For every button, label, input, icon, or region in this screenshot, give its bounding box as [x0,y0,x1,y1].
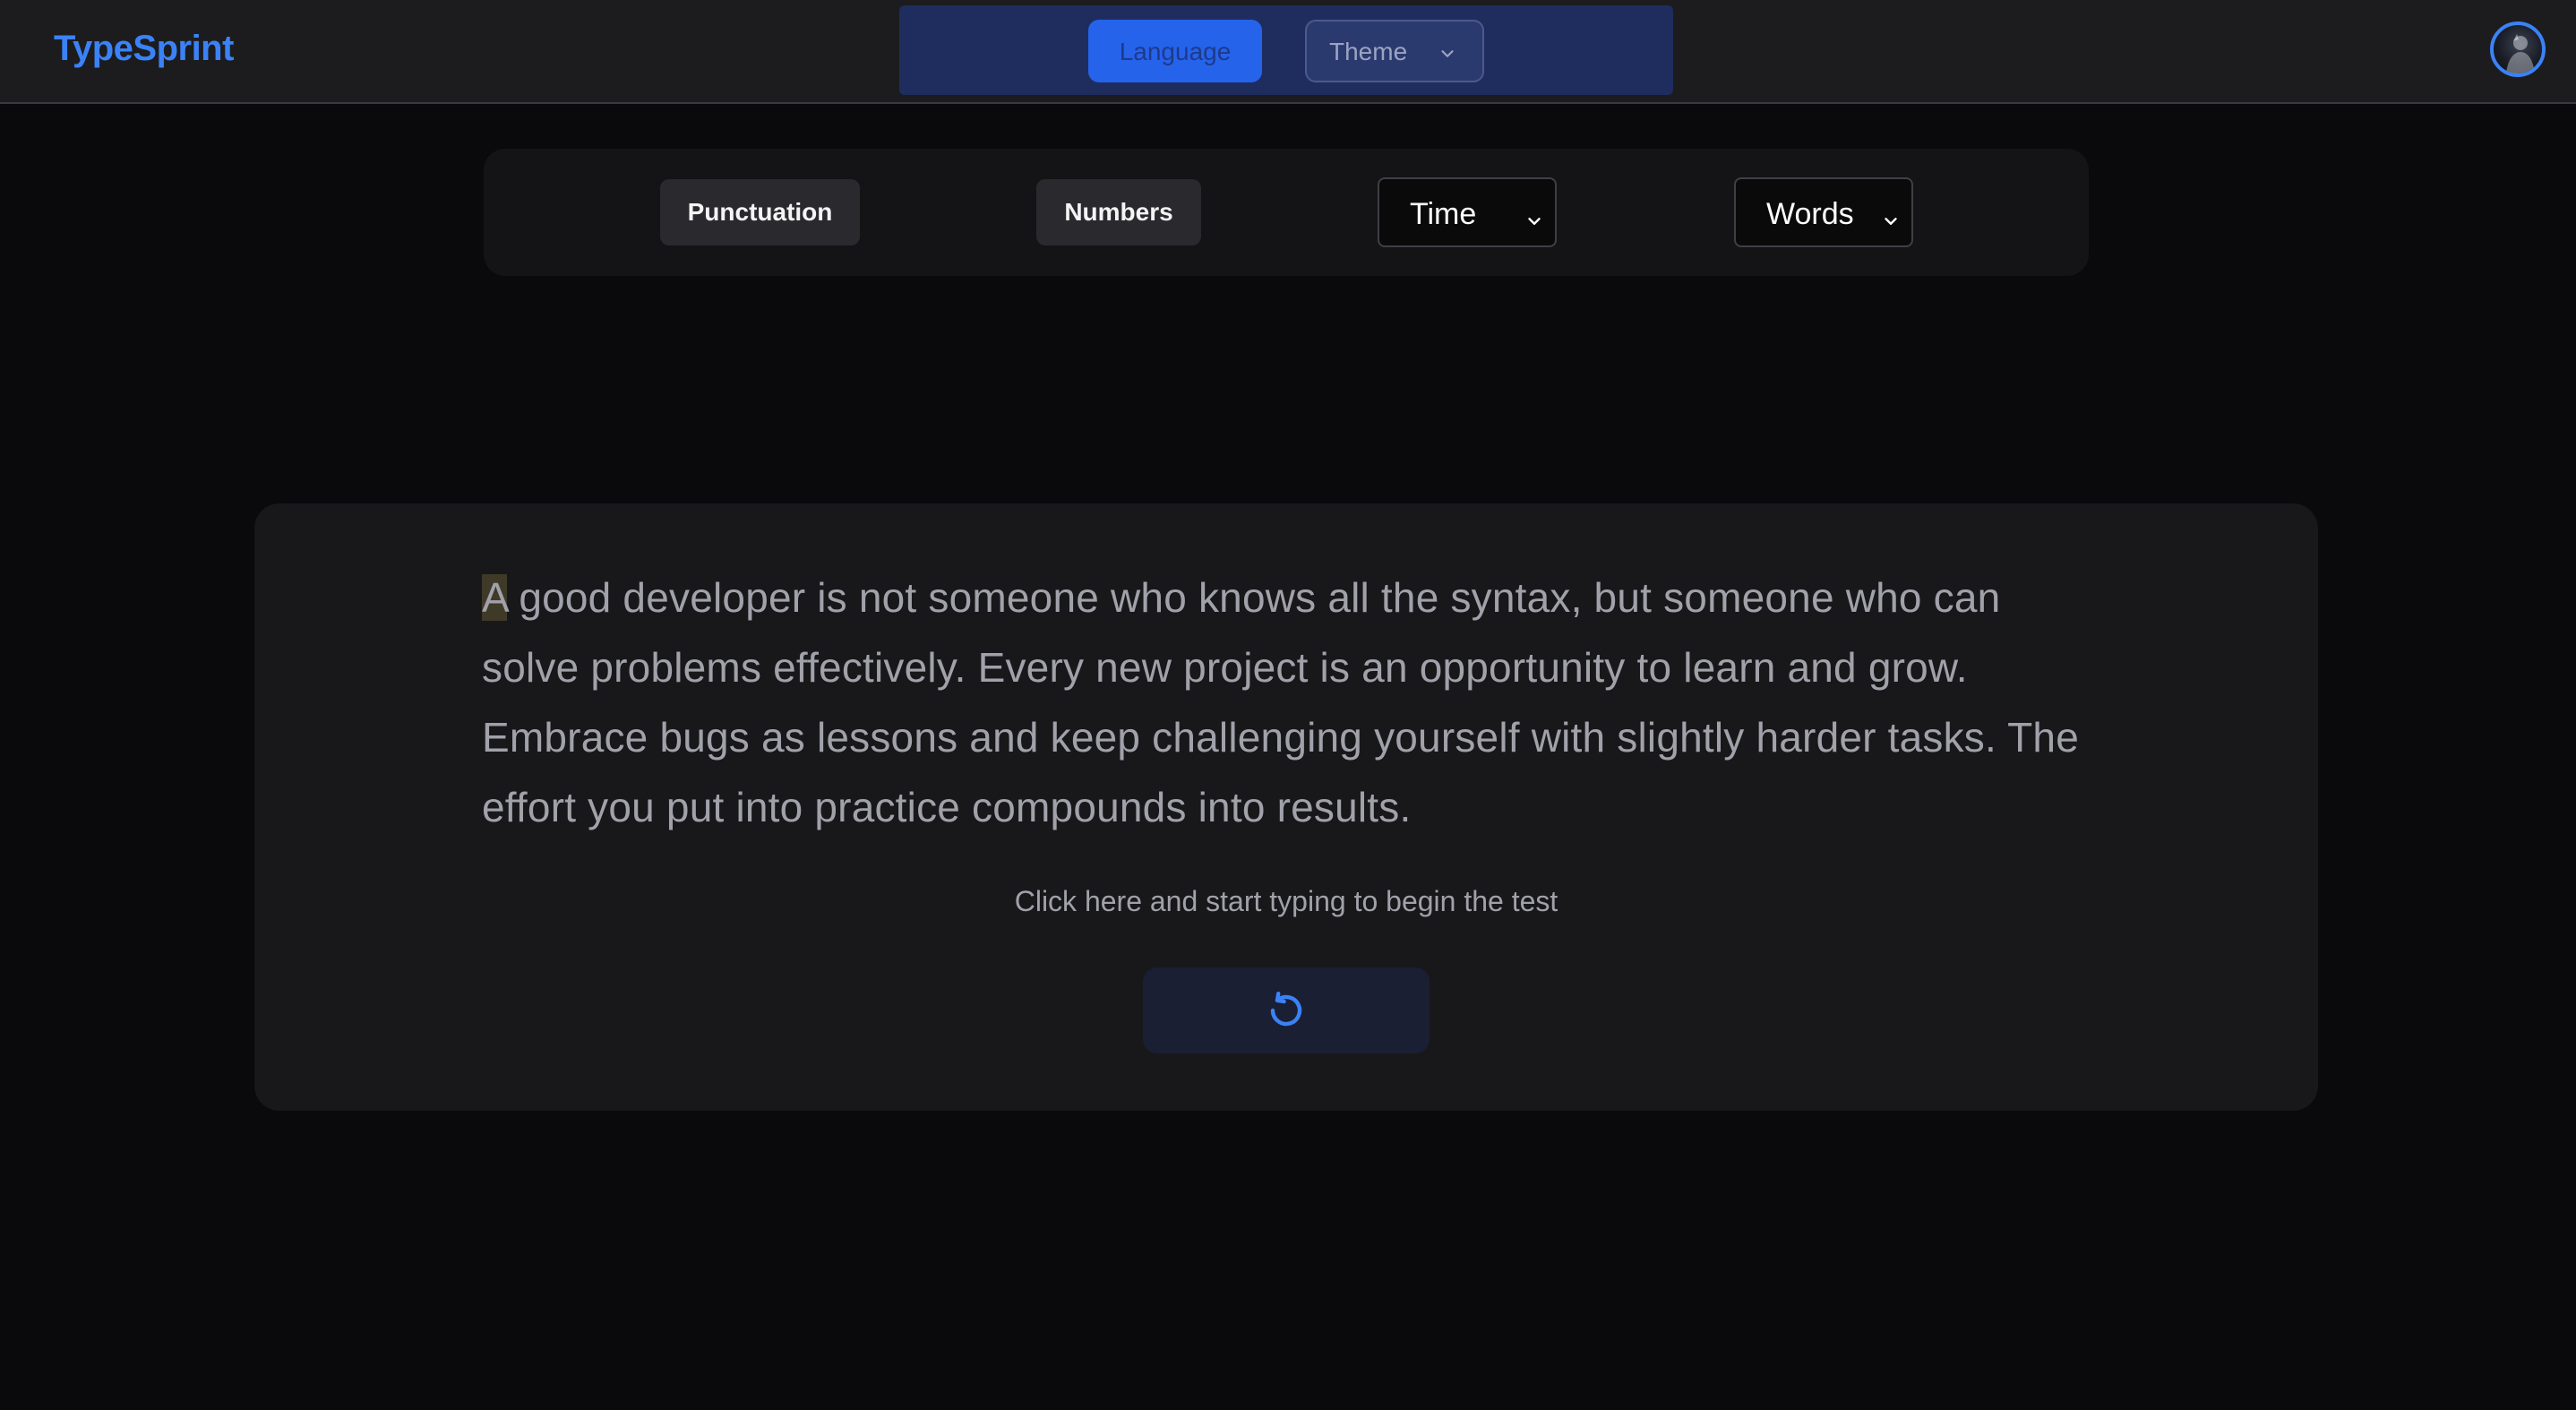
time-select-value: Time [1410,197,1477,231]
words-select[interactable]: Words [1734,177,1913,247]
numbers-toggle[interactable]: Numbers [1036,179,1201,245]
brand-logo[interactable]: TypeSprint [54,29,234,69]
start-hint: Click here and start typing to begin the… [1014,885,1558,917]
restart-button[interactable] [1143,967,1430,1053]
avatar[interactable] [2490,21,2546,77]
typing-test-area[interactable]: A good developer is not someone who know… [254,503,2318,1111]
top-navigation-bar: TypeSprint Language Theme [0,0,2576,104]
language-button[interactable]: Language [1088,20,1262,82]
settings-panel: Language Theme [899,5,1673,95]
chevron-down-icon [1881,204,1901,239]
passage-text: good developer is not someone who knows … [482,574,2079,830]
chevron-down-icon [1524,204,1544,239]
test-passage: A good developer is not someone who know… [482,563,2094,842]
restart-icon [1270,992,1302,1027]
words-select-value: Words [1766,197,1854,231]
punctuation-toggle[interactable]: Punctuation [660,179,860,245]
theme-dropdown[interactable]: Theme [1305,20,1484,82]
theme-dropdown-label: Theme [1329,38,1408,65]
time-select[interactable]: Time [1378,177,1557,247]
test-options-bar: Punctuation Numbers Time Words [484,149,2089,276]
chevron-down-icon [1438,41,1457,70]
current-character: A [482,574,508,621]
